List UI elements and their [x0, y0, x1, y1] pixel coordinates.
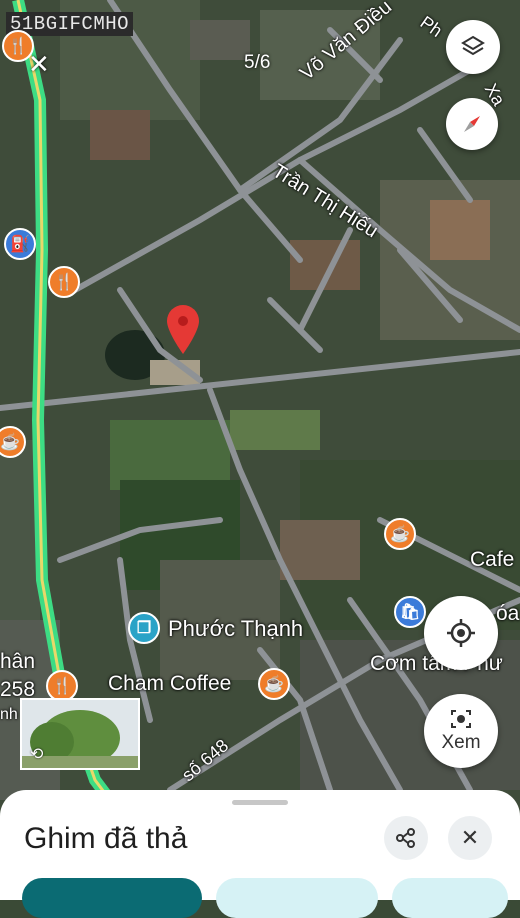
view-photo-button[interactable]: Xem	[424, 694, 498, 768]
start-chip[interactable]	[216, 878, 378, 918]
shop-icon[interactable]: 🛍	[394, 596, 426, 628]
place-label-cafe[interactable]: Cafe	[470, 548, 514, 572]
restaurant-icon[interactable]: 🍴	[48, 266, 80, 298]
restaurant-icon[interactable]: 🍴	[2, 30, 34, 62]
place-bottom-sheet[interactable]: Ghim đã thả ✕	[0, 790, 520, 918]
place-label-phuoc-thanh[interactable]: Phước Thạnh	[168, 616, 303, 642]
photo-counter: 5/6	[244, 52, 271, 73]
my-location-button[interactable]	[424, 596, 498, 670]
close-icon: ✕	[460, 825, 480, 850]
place-label-cham-coffee[interactable]: Cham Coffee	[108, 672, 231, 696]
directions-chip[interactable]	[22, 878, 202, 918]
cafe-icon[interactable]: ☕	[384, 518, 416, 550]
place-label-left-3: nh	[0, 706, 18, 723]
layers-button[interactable]	[446, 20, 500, 74]
close-icon[interactable]: ✕	[28, 51, 52, 77]
bookmark-icon[interactable]: ❐	[128, 612, 160, 644]
sheet-drag-handle[interactable]	[232, 800, 288, 805]
sheet-title: Ghim đã thả	[24, 822, 188, 855]
dropped-pin-icon[interactable]	[164, 304, 202, 356]
close-sheet-button[interactable]: ✕	[448, 816, 492, 860]
place-label-hoa[interactable]: óa	[496, 602, 519, 626]
compass-icon	[464, 116, 480, 132]
compass-button[interactable]	[446, 98, 498, 150]
lens-icon	[451, 710, 471, 728]
rotate-360-icon: ⟲	[30, 746, 44, 763]
place-label-left-1[interactable]: hân	[0, 650, 35, 674]
cafe-icon[interactable]: ☕	[258, 668, 290, 700]
share-icon	[396, 828, 415, 848]
view-photo-label: Xem	[441, 732, 481, 753]
save-chip[interactable]	[392, 878, 508, 918]
my-location-icon	[447, 619, 475, 647]
share-button[interactable]	[384, 816, 428, 860]
gas-station-icon[interactable]: ⛽	[4, 228, 36, 260]
street-view-thumbnail[interactable]: ⟲	[20, 698, 140, 770]
layers-icon	[461, 35, 485, 56]
